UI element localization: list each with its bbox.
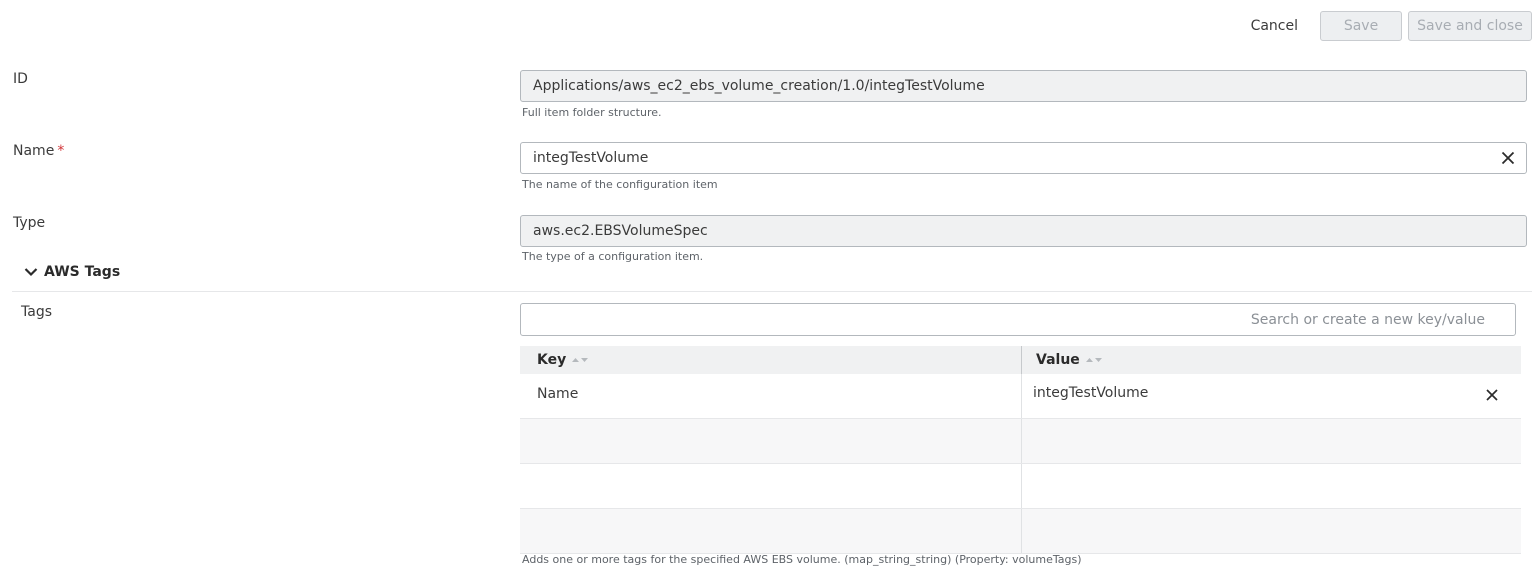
- empty-cell: [520, 509, 1021, 553]
- save-button[interactable]: Save: [1320, 11, 1402, 41]
- sort-icon[interactable]: [572, 356, 589, 364]
- section-title: AWS Tags: [44, 264, 121, 280]
- save-and-close-button[interactable]: Save and close: [1408, 11, 1532, 41]
- column-header-key-label: Key: [537, 352, 567, 368]
- type-value: aws.ec2.EBSVolumeSpec: [533, 223, 708, 239]
- name-label-text: Name: [13, 143, 55, 159]
- required-marker: *: [57, 143, 65, 159]
- id-label: ID: [13, 71, 28, 87]
- sort-icon[interactable]: [1085, 356, 1102, 364]
- column-header-key[interactable]: Key: [520, 346, 1021, 374]
- table-header: Key Value: [520, 346, 1521, 374]
- tag-search-box[interactable]: [520, 303, 1516, 336]
- column-header-value[interactable]: Value: [1021, 346, 1521, 374]
- chevron-down-icon: [24, 268, 38, 277]
- cancel-button[interactable]: Cancel: [1251, 18, 1298, 34]
- empty-cell: [1021, 509, 1521, 553]
- table-row-empty: [520, 509, 1521, 554]
- id-value: Applications/aws_ec2_ebs_volume_creation…: [533, 78, 985, 94]
- empty-cell: [1021, 464, 1521, 508]
- empty-cell: [1021, 419, 1521, 463]
- id-helper-text: Full item folder structure.: [522, 106, 662, 119]
- tags-label: Tags: [21, 304, 52, 320]
- table-row-empty: [520, 464, 1521, 509]
- type-label: Type: [13, 215, 46, 231]
- tags-table: Key Value Name integTestVolume: [520, 346, 1521, 554]
- empty-cell: [520, 419, 1021, 463]
- empty-cell: [520, 464, 1021, 508]
- tags-helper-text: Adds one or more tags for the specified …: [522, 553, 1082, 566]
- clear-icon[interactable]: [1500, 150, 1516, 166]
- type-helper-text: The type of a configuration item.: [522, 250, 704, 263]
- table-row-empty: [520, 419, 1521, 464]
- tag-value-text[interactable]: integTestVolume: [1033, 385, 1148, 401]
- name-helper-text: The name of the configuration item: [522, 178, 718, 191]
- table-row[interactable]: Name integTestVolume: [520, 374, 1521, 419]
- name-label: Name *: [13, 143, 64, 159]
- id-field: Applications/aws_ec2_ebs_volume_creation…: [520, 70, 1527, 102]
- type-field: aws.ec2.EBSVolumeSpec: [520, 215, 1527, 247]
- form-actions: Cancel Save Save and close: [1251, 10, 1532, 42]
- configuration-item-form: Cancel Save Save and close ID Applicatio…: [0, 0, 1532, 568]
- remove-row-icon[interactable]: [1485, 388, 1499, 402]
- name-value[interactable]: integTestVolume: [533, 150, 648, 166]
- name-field[interactable]: integTestVolume: [520, 142, 1527, 174]
- aws-tags-section-toggle[interactable]: AWS Tags: [24, 264, 120, 280]
- column-header-value-label: Value: [1036, 352, 1080, 368]
- section-divider: [12, 291, 1532, 292]
- tag-search-input[interactable]: [521, 304, 1515, 335]
- tag-key-cell[interactable]: Name: [520, 374, 1021, 418]
- tag-value-cell[interactable]: integTestVolume: [1021, 374, 1521, 418]
